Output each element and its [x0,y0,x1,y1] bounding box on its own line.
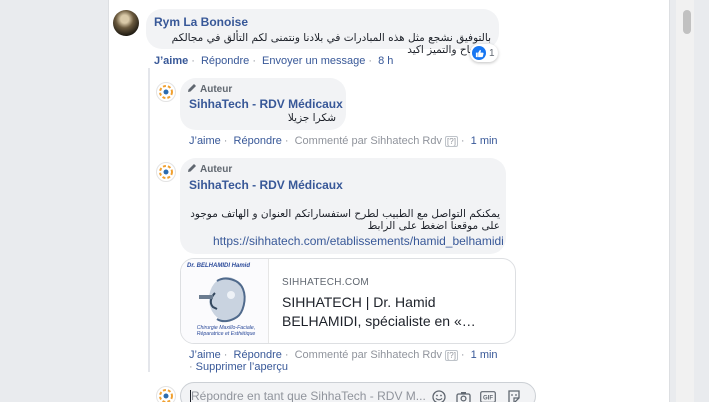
link-preview-card[interactable]: Dr. BELHAMIDI Hamid Chirurgie Maxillo-Fa… [180,258,516,344]
author-badge: Auteur [187,83,232,95]
reply2-text: يمكنكم التواصل مع الطبيب لطرح استفساراتك… [190,208,500,232]
reply2-link[interactable]: https://sihhatech.com/etablissements/ham… [213,234,504,248]
reaction-number: 1 [489,47,495,59]
preview-image-title: Dr. BELHAMIDI Hamid [187,263,251,269]
sticker-icon[interactable] [506,389,522,402]
reply2-bubble: Auteur SihhaTech - RDV Médicaux يمكنكم ا… [180,158,506,254]
emoji-icon[interactable] [431,389,447,402]
like-button[interactable]: J’aime [154,55,188,67]
reply-button[interactable]: Répondre [201,55,249,67]
avatar-sihhatech[interactable] [156,162,176,182]
preview-title[interactable]: SIHHATECH | Dr. Hamid BELHAMIDI, spécial… [282,293,507,331]
send-message-button[interactable]: Envoyer un message [262,55,365,67]
timestamp[interactable]: 1 min [471,349,498,361]
remove-preview-button[interactable]: Supprimer l’aperçu [196,361,288,373]
preview-image: Dr. BELHAMIDI Hamid Chirurgie Maxillo-Fa… [181,259,269,343]
comment-actions: J’aime · Répondre · Envoyer un message · 8 … [154,55,394,67]
comment-bubble: Rym La Bonoise بالتوفيق نشجع مثل هذه الم… [146,9,499,56]
avatar-sihhatech[interactable] [156,82,176,102]
reply-input[interactable] [191,389,426,402]
like-icon [472,46,486,60]
reply1-author[interactable]: SihhaTech - RDV Médicaux [189,97,343,111]
reply2-author[interactable]: SihhaTech - RDV Médicaux [189,178,343,192]
commented-by-label: Commenté par Sihhatech Rdv [294,135,442,147]
reply-box[interactable]: GIF [180,382,536,402]
scrollbar-thumb[interactable] [683,10,691,34]
remove-preview-row: · Supprimer l’aperçu [189,361,288,373]
comment-author[interactable]: Rym La Bonoise [154,15,248,29]
pencil-icon [187,83,197,93]
help-link[interactable]: [?] [445,136,458,147]
like-button[interactable]: J’aime [189,349,221,361]
scrollbar-track[interactable] [676,0,694,402]
pencil-icon [187,163,197,173]
thread-line [148,68,150,372]
author-badge: Auteur [187,163,232,175]
camera-icon[interactable] [455,389,471,402]
help-link[interactable]: [?] [445,350,458,361]
reply-button[interactable]: Répondre [234,135,282,147]
reply-button[interactable]: Répondre [234,349,282,361]
reply1-text: شكرا جزيلا [287,112,336,124]
preview-image-caption: Chirurgie Maxillo-Faciale, Réparatrice e… [196,325,256,337]
like-button[interactable]: J’aime [189,135,221,147]
comment-text: بالتوفيق نشجع مثل هذه المبادرات في بلادن… [171,32,491,56]
timestamp[interactable]: 1 min [471,135,498,147]
avatar-rym[interactable] [113,10,139,36]
svg-text:GIF: GIF [483,396,493,402]
reply1-bubble: Auteur SihhaTech - RDV Médicaux شكرا جزي… [180,78,346,130]
reaction-count[interactable]: 1 [470,44,498,62]
preview-domain: SIHHATECH.COM [282,277,370,288]
reply1-actions: J’aime · Répondre · Commenté par Sihhatech… [189,135,498,147]
commented-by-label: Commenté par Sihhatech Rdv [294,349,442,361]
avatar-sihhatech [156,386,176,402]
reply2-actions: J’aime · Répondre · Commenté par Sihhatech… [189,349,498,361]
gif-icon[interactable]: GIF [480,389,496,402]
timestamp[interactable]: 8 h [378,55,393,67]
